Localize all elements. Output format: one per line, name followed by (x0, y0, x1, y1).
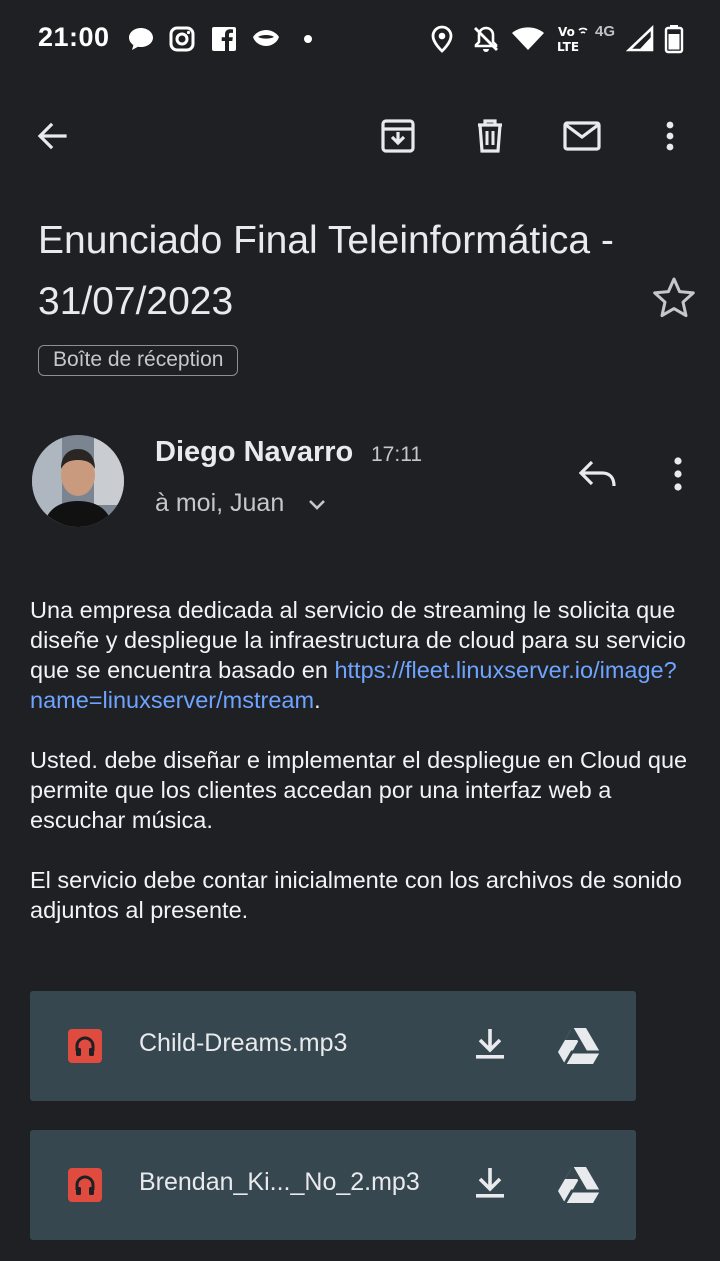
svg-text:Vo: Vo (558, 25, 575, 39)
status-time: 21:00 (38, 22, 110, 52)
mask-app-icon (251, 24, 281, 54)
bell-off-icon (471, 24, 501, 54)
delete-icon[interactable] (466, 112, 514, 160)
download-icon[interactable] (468, 1023, 512, 1067)
audio-file-icon (68, 1168, 102, 1202)
sender-name: Diego Navarro (155, 436, 354, 468)
svg-text:LTE: LTE (557, 40, 579, 54)
dot-icon (293, 24, 323, 54)
star-icon[interactable] (650, 274, 698, 322)
mark-unread-icon[interactable] (558, 112, 606, 160)
status-bar: 21:00 Vo LTE 4G (0, 0, 720, 78)
facebook-icon (209, 24, 239, 54)
attachment-name: Child-Dreams.mp3 (139, 1029, 348, 1057)
reply-icon[interactable] (574, 450, 622, 498)
back-arrow-icon[interactable] (28, 112, 76, 160)
message-more-icon[interactable] (654, 450, 702, 498)
wifi-icon (511, 24, 545, 54)
email-view-screen: 21:00 Vo LTE 4G Enunciado Final Teleinfo… (0, 0, 720, 1261)
body-paragraph-3: El servicio debe contar inicialmente con… (30, 867, 682, 923)
download-icon[interactable] (468, 1162, 512, 1206)
signal-icon (625, 24, 655, 54)
chat-bubble-icon (126, 24, 156, 54)
location-icon (427, 24, 457, 54)
email-subject: Enunciado Final Teleinformática - 31/07/… (38, 219, 614, 323)
attachment-card[interactable]: Child-Dreams.mp3 (30, 991, 636, 1101)
recipients-text[interactable]: à moi, Juan (155, 489, 284, 518)
network-type-label: 4G (595, 23, 616, 40)
inbox-label-chip[interactable]: Boîte de réception (38, 345, 239, 376)
app-toolbar (0, 90, 720, 182)
sent-time: 17:11 (371, 443, 422, 466)
body-paragraph-1: Una empresa dedicada al servicio de stre… (30, 597, 686, 713)
attachment-name: Brendan_Ki..._No_2.mp3 (139, 1168, 420, 1196)
attachment-card[interactable]: Brendan_Ki..._No_2.mp3 (30, 1130, 636, 1240)
body-paragraph-2: Usted. debe diseñar e implementar el des… (30, 747, 688, 833)
audio-file-icon (68, 1029, 102, 1063)
more-vert-icon[interactable] (646, 112, 694, 160)
drive-save-icon[interactable] (556, 1023, 602, 1069)
instagram-icon (167, 24, 197, 54)
battery-icon (663, 24, 685, 54)
chevron-down-icon[interactable] (305, 493, 329, 517)
email-body: Una empresa dedicada al servicio de stre… (30, 595, 700, 925)
volte-icon: Vo LTE (555, 24, 591, 54)
archive-icon[interactable] (374, 112, 422, 160)
avatar[interactable] (32, 435, 124, 527)
drive-save-icon[interactable] (556, 1162, 602, 1208)
